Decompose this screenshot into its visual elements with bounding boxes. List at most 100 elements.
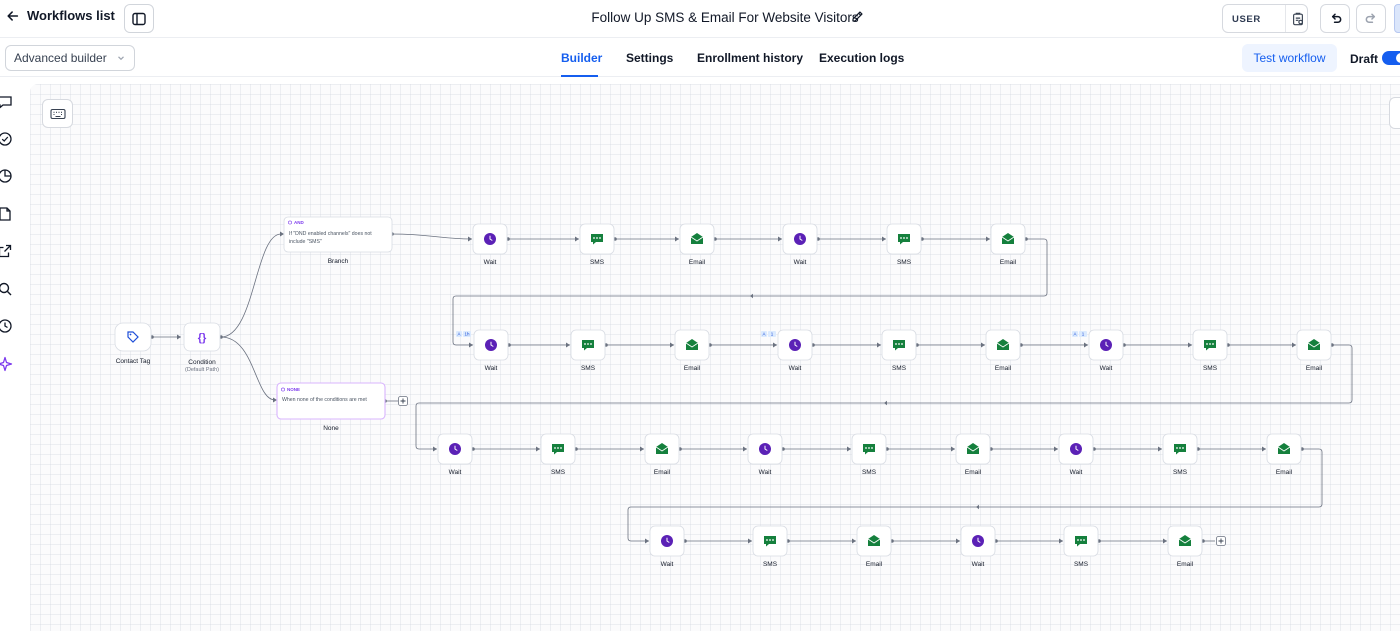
step-label: SMS (581, 365, 596, 372)
step-label: SMS (1203, 365, 1218, 372)
active-tab-indicator (561, 75, 598, 77)
tab-enrollment-history[interactable]: Enrollment history (697, 51, 803, 65)
external-link-icon[interactable] (0, 243, 13, 259)
trigger-node[interactable]: Contact Tag (114, 322, 152, 365)
step-label: Wait (661, 561, 674, 568)
undo-icon (1331, 13, 1341, 23)
step-label: Email (866, 561, 883, 568)
step-label: SMS (763, 561, 778, 568)
chat-dot (599, 237, 601, 239)
history-icon[interactable] (0, 318, 13, 334)
step-label: SMS (590, 259, 605, 266)
undo-button[interactable] (1320, 4, 1350, 33)
branch-condition-text: include "SMS" (289, 239, 322, 245)
chat-dot (1083, 539, 1085, 541)
step-label: Wait (1070, 469, 1083, 476)
braces-icon: {} (198, 332, 207, 344)
step-label: Wait (485, 365, 498, 372)
chat-dot (871, 447, 873, 449)
draft-label: Draft (1350, 52, 1379, 66)
branch-condition-text: If "DND enabled channels" does not (289, 231, 372, 237)
step-label: SMS (1074, 561, 1089, 568)
workflow-title: Follow Up SMS & Email For Website Visito… (591, 10, 859, 25)
left-rail (0, 78, 22, 631)
sparkle-icon[interactable] (0, 356, 13, 372)
chat-dot (587, 343, 589, 345)
builder-mode-value: Advanced builder (14, 51, 107, 65)
condition-sublabel: (Default Path) (185, 367, 219, 373)
trigger-card (114, 322, 152, 352)
redo-icon (1365, 13, 1375, 23)
test-workflow-button[interactable]: Test workflow (1242, 44, 1337, 72)
step-label: Email (1306, 365, 1323, 372)
chat-dot (557, 447, 559, 449)
step-label: Email (965, 469, 982, 476)
chat-dot (1209, 343, 1211, 345)
user-menu[interactable]: USER (1222, 4, 1308, 33)
chat-dot (1212, 343, 1214, 345)
keyboard-icon (49, 108, 66, 119)
chat-dot (868, 447, 870, 449)
chat-dot (584, 343, 586, 345)
builder-mode-select[interactable]: Advanced builder (5, 45, 135, 71)
chat-icon[interactable] (0, 94, 13, 110)
chat-dot (596, 237, 598, 239)
chat-dot (766, 539, 768, 541)
canvas-controls-edge[interactable] (1389, 97, 1400, 129)
step-label: Email (1276, 469, 1293, 476)
chat-dot (1179, 447, 1181, 449)
step-label: Wait (759, 469, 772, 476)
chat-dot (1206, 343, 1208, 345)
chat-dot (898, 343, 900, 345)
branch-tag: AND (294, 220, 304, 225)
arrow-left-icon (7, 10, 19, 21)
tab-settings[interactable]: Settings (626, 51, 673, 65)
sidebar-panel-icon (132, 12, 146, 25)
add-step-button[interactable] (398, 396, 408, 406)
step-label: SMS (892, 365, 907, 372)
chat-dot (772, 539, 774, 541)
chevron-down-icon (118, 56, 124, 61)
pie-chart-icon[interactable] (0, 168, 13, 184)
step-label: Wait (1100, 365, 1113, 372)
chat-dot (554, 447, 556, 449)
step-label: Email (1177, 561, 1194, 568)
edit-pencil-icon[interactable] (851, 10, 864, 23)
user-label: USER (1232, 14, 1261, 25)
chat-dot (895, 343, 897, 345)
step-label: Email (689, 259, 706, 266)
chat-dot (901, 343, 903, 345)
step-label: SMS (551, 469, 566, 476)
condition-node[interactable]: {} Condition(Default Path) (183, 322, 221, 373)
trigger-label: Contact Tag (116, 358, 151, 365)
chat-dot (1176, 447, 1178, 449)
chat-dot (903, 237, 905, 239)
tab-execution-logs[interactable]: Execution logs (819, 51, 904, 65)
redo-button[interactable] (1356, 4, 1386, 33)
tag-hole (129, 333, 132, 336)
step-label: Wait (484, 259, 497, 266)
step-label: SMS (862, 469, 877, 476)
publish-button-edge[interactable] (1394, 4, 1400, 33)
check-circle-icon[interactable] (0, 131, 13, 147)
step-label: Email (654, 469, 671, 476)
panel-toggle-button[interactable] (124, 4, 154, 33)
draft-toggle[interactable] (1382, 51, 1400, 65)
chat-dot (769, 539, 771, 541)
step-label: SMS (897, 259, 912, 266)
builder-toolbar: Advanced builder Builder Settings Enroll… (0, 39, 1400, 77)
chat-dot (560, 447, 562, 449)
back-to-workflows-link[interactable]: Workflows list (6, 8, 115, 23)
step-label: Wait (794, 259, 807, 266)
chat-dot (900, 237, 902, 239)
document-icon[interactable] (0, 206, 13, 222)
clipboard-icon[interactable] (1285, 5, 1309, 32)
step-label: Wait (972, 561, 985, 568)
search-icon[interactable] (0, 281, 13, 297)
keyboard-shortcuts-button[interactable] (42, 99, 73, 128)
step-label: Email (1000, 259, 1017, 266)
chat-dot (1077, 539, 1079, 541)
add-step-button-end[interactable] (1216, 536, 1226, 546)
step-label: Email (684, 365, 701, 372)
tab-builder[interactable]: Builder (561, 51, 602, 65)
